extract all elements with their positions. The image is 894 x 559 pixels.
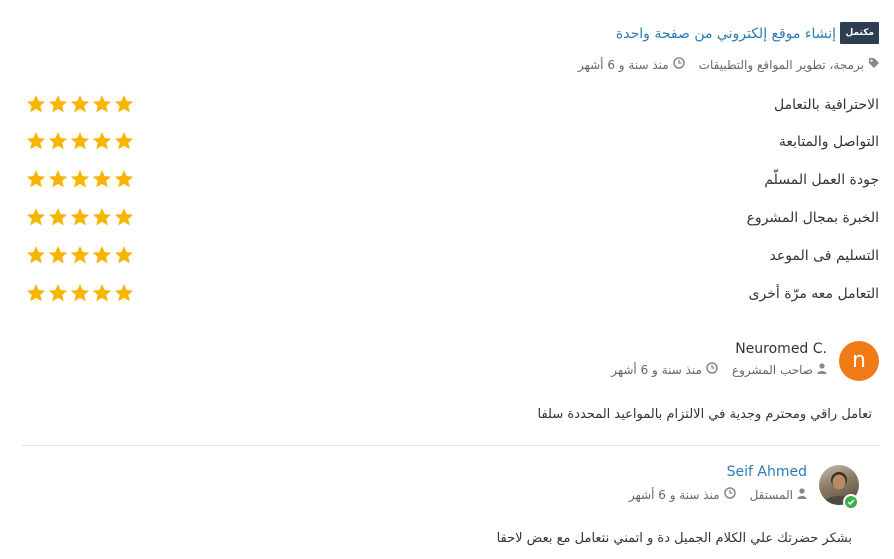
user-icon (817, 361, 827, 379)
rating-row: جودة العمل المسلّم (0, 167, 894, 193)
star-icon (48, 169, 68, 189)
project-time: منذ سنة و 6 أشهر (577, 58, 669, 72)
star-rating (26, 94, 134, 114)
star-icon (92, 207, 112, 227)
rating-row: التسليم فى الموعد (0, 243, 894, 269)
rating-label: التواصل والمتابعة (778, 134, 879, 150)
avatar[interactable]: n (839, 341, 879, 381)
project-title-link[interactable]: إنشاء موقع إلكتروني من صفحة واحدة (616, 22, 836, 46)
star-icon (26, 245, 46, 265)
star-icon (48, 283, 68, 303)
star-icon (48, 245, 68, 265)
status-badge: مكتمل (840, 22, 879, 44)
reviewer-meta: صاحب المشروع منذ سنة و 6 أشهر (611, 361, 827, 379)
project-meta: برمجة، تطوير المواقع والتطبيقات منذ سنة … (578, 55, 880, 75)
star-rating (26, 245, 134, 265)
reviewer-meta: المستقل منذ سنة و 6 أشهر (629, 486, 807, 504)
star-icon (70, 283, 90, 303)
star-icon (26, 207, 46, 227)
reviewer-role: صاحب المشروع (731, 363, 813, 377)
star-icon (26, 94, 46, 114)
star-icon (92, 131, 112, 151)
star-icon (70, 207, 90, 227)
rating-label: التسليم فى الموعد (769, 248, 880, 264)
star-icon (48, 131, 68, 151)
user-icon (797, 486, 807, 504)
star-icon (114, 94, 134, 114)
star-rating (26, 207, 134, 227)
rating-label: جودة العمل المسلّم (764, 172, 879, 188)
star-icon (92, 169, 112, 189)
review-time: منذ سنة و 6 أشهر (628, 488, 720, 502)
review-time: منذ سنة و 6 أشهر (611, 363, 702, 377)
review-text: تعامل راقي ومحترم وجدية في الالتزام بالم… (537, 407, 872, 422)
star-rating (26, 169, 134, 189)
clock-icon (672, 55, 685, 75)
star-icon (70, 245, 90, 265)
star-icon (114, 245, 134, 265)
star-icon (114, 283, 134, 303)
star-icon (92, 283, 112, 303)
rating-row: التعامل معه مرّة أخرى (0, 281, 894, 307)
star-icon (48, 94, 68, 114)
reviewer-role: المستقل (749, 488, 793, 502)
star-icon (26, 169, 46, 189)
star-icon (92, 245, 112, 265)
clock-icon (723, 486, 736, 504)
star-icon (92, 94, 112, 114)
rating-label: الاحترافية بالتعامل (773, 97, 879, 113)
star-icon (26, 283, 46, 303)
review-text: بشكر حضرتك علي الكلام الجميل دة و اتمني … (496, 531, 852, 546)
star-icon (26, 131, 46, 151)
star-rating (26, 131, 134, 151)
star-icon (114, 131, 134, 151)
rating-label: الخبرة بمجال المشروع (746, 210, 879, 226)
reviewer-name-link[interactable]: Seif Ahmed (727, 462, 807, 482)
clock-icon (706, 361, 718, 379)
star-icon (70, 94, 90, 114)
rating-row: الاحترافية بالتعامل (0, 92, 894, 118)
project-category[interactable]: برمجة، تطوير المواقع والتطبيقات (699, 55, 864, 75)
star-icon (114, 207, 134, 227)
rating-label: التعامل معه مرّة أخرى (748, 286, 879, 302)
star-icon (70, 131, 90, 151)
divider (22, 445, 880, 446)
tag-icon (868, 55, 880, 75)
star-icon (114, 169, 134, 189)
online-status-icon (843, 494, 859, 510)
rating-row: الخبرة بمجال المشروع (0, 205, 894, 231)
rating-row: التواصل والمتابعة (0, 129, 894, 155)
reviewer-name[interactable]: Neuromed C. (735, 339, 827, 359)
star-icon (70, 169, 90, 189)
star-icon (48, 207, 68, 227)
star-rating (26, 283, 134, 303)
